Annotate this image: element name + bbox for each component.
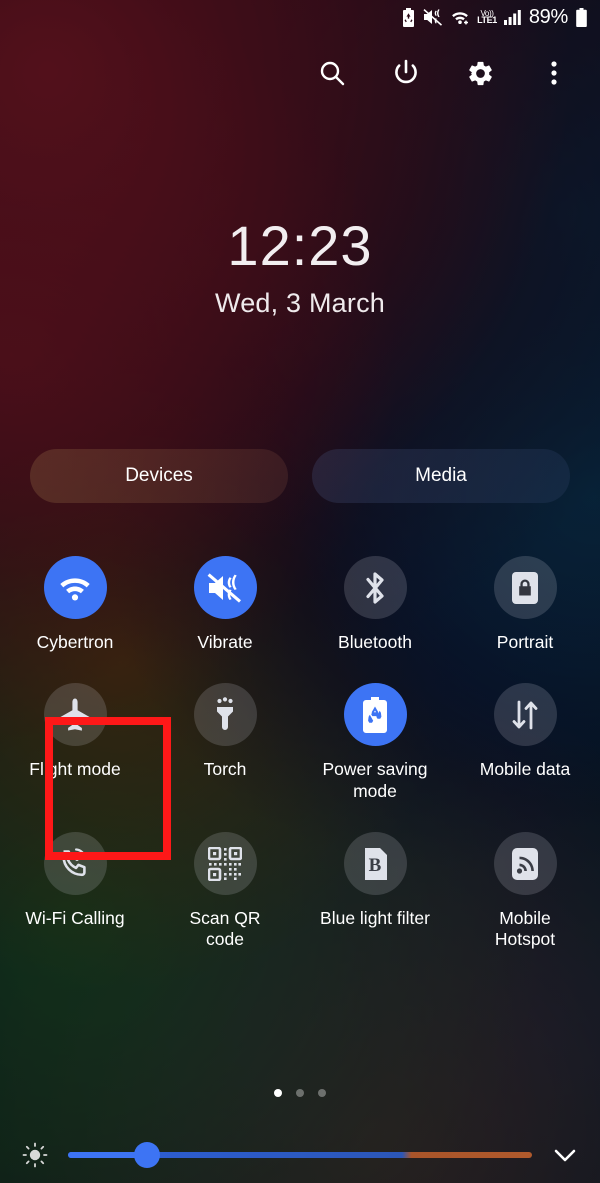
media-label: Media xyxy=(415,465,467,486)
brightness-thumb[interactable] xyxy=(133,1142,160,1168)
vibrate-icon xyxy=(423,8,443,26)
tile-mobile-data[interactable]: Mobile data xyxy=(450,675,600,802)
battery-icon xyxy=(575,7,588,27)
tile-label: Mobile data xyxy=(479,759,571,780)
tile-cybertron[interactable]: Cybertron xyxy=(0,548,150,653)
tile-label: Wi-Fi Calling xyxy=(25,908,125,929)
tile-label: Mobile Hotspot xyxy=(494,908,556,950)
clock-date: Wed, 3 March xyxy=(215,288,385,318)
quick-settings-grid: Cybertron Vibrate Bluetooth Portrait Flight … xyxy=(0,548,600,951)
tile-label: Power saving mode xyxy=(322,759,428,801)
settings-gear-icon[interactable] xyxy=(464,57,496,89)
tile-label: Scan QR code xyxy=(189,908,261,950)
bluetooth-icon xyxy=(343,556,407,619)
volte-bottom-label: LTE1 xyxy=(477,14,497,25)
tile-label: Flight mode xyxy=(29,759,121,780)
wifi-calling-icon xyxy=(43,832,107,896)
page-dot[interactable] xyxy=(274,1089,282,1097)
flashlight-icon xyxy=(193,683,257,747)
page-dot[interactable] xyxy=(318,1089,326,1097)
tile-label: Vibrate xyxy=(197,632,253,652)
media-button[interactable]: Media xyxy=(312,449,570,503)
chevron-down-icon[interactable] xyxy=(548,1145,582,1165)
tile-label: Bluetooth xyxy=(338,632,412,652)
rotation-lock-icon xyxy=(493,556,557,619)
power-saving-icon xyxy=(401,7,416,27)
devices-label: Devices xyxy=(125,465,193,486)
brightness-bar xyxy=(0,1134,600,1176)
page-dot[interactable] xyxy=(296,1089,304,1097)
hotspot-icon xyxy=(493,832,557,896)
power-icon[interactable] xyxy=(390,57,422,89)
blue-light-icon: B xyxy=(343,832,407,896)
tile-flight-mode[interactable]: Flight mode xyxy=(0,675,150,802)
wifi-icon xyxy=(43,556,107,619)
wifi-icon xyxy=(450,9,470,25)
signal-icon xyxy=(503,9,522,25)
brightness-slider[interactable] xyxy=(68,1142,532,1168)
clock-block: 12:23 Wed, 3 March xyxy=(0,218,600,319)
clock-time: 12:23 xyxy=(227,214,373,277)
tile-wi-fi-calling[interactable]: Wi-Fi Calling xyxy=(0,824,150,951)
tile-power-saving-mode[interactable]: Power saving mode xyxy=(300,675,450,802)
volte-icon: Vo)) LTE1 xyxy=(477,9,497,25)
tile-scan-qr-code[interactable]: Scan QR code xyxy=(150,824,300,951)
battery-percent-label: 89% xyxy=(528,5,568,28)
tile-blue-light-filter[interactable]: B Blue light filter xyxy=(300,824,450,951)
devices-button[interactable]: Devices xyxy=(30,449,288,503)
tile-vibrate[interactable]: Vibrate xyxy=(150,548,300,653)
vibrate-icon xyxy=(193,556,257,619)
brightness-icon[interactable] xyxy=(18,1142,52,1168)
page-indicator xyxy=(0,1089,600,1097)
data-arrows-icon xyxy=(493,683,557,747)
overflow-menu-icon[interactable] xyxy=(538,57,570,89)
tile-portrait[interactable]: Portrait xyxy=(450,548,600,653)
tile-torch[interactable]: Torch xyxy=(150,675,300,802)
airplane-icon xyxy=(43,683,107,747)
tile-label: Cybertron xyxy=(36,632,114,652)
status-bar: Vo)) LTE1 89% xyxy=(0,0,600,34)
tile-label: Blue light filter xyxy=(320,908,430,929)
quick-settings-header xyxy=(0,48,600,98)
qr-code-icon xyxy=(193,832,257,896)
search-icon[interactable] xyxy=(316,57,348,89)
tile-label: Torch xyxy=(203,759,247,780)
power-saving-icon xyxy=(343,683,407,747)
svg-text:B: B xyxy=(369,855,382,876)
shortcut-pills: Devices Media xyxy=(30,449,570,503)
tile-bluetooth[interactable]: Bluetooth xyxy=(300,548,450,653)
tile-mobile-hotspot[interactable]: Mobile Hotspot xyxy=(450,824,600,951)
tile-label: Portrait xyxy=(496,632,554,652)
